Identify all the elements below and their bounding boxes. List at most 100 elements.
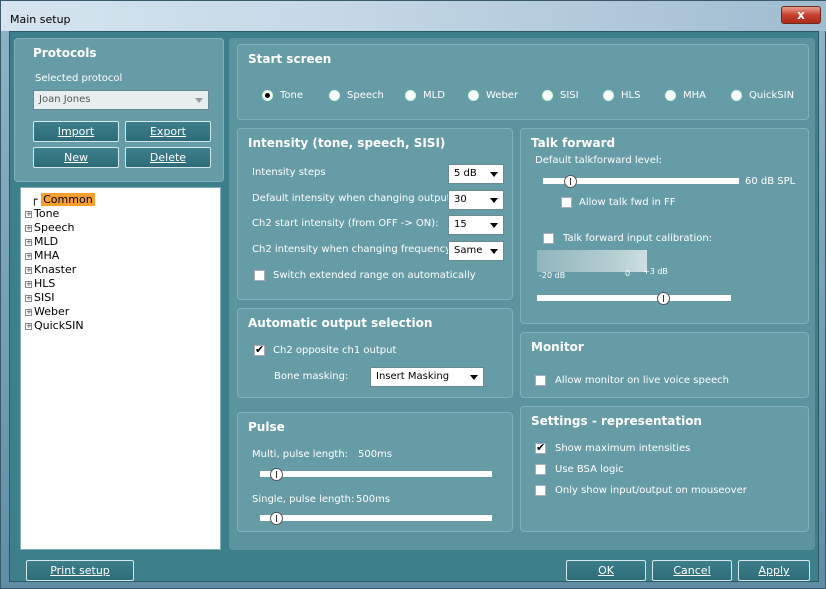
default-intensity-select[interactable]: 30	[448, 190, 504, 210]
max-intensities-label: Show maximum intensities	[555, 443, 691, 454]
tree-item-knaster[interactable]: + Knaster	[25, 263, 76, 276]
print-setup-button[interactable]: Print setup	[26, 560, 134, 581]
radio-icon[interactable]	[262, 90, 273, 101]
expand-icon[interactable]: +	[25, 323, 32, 330]
calibration-scale-max: +3 dB	[643, 267, 668, 276]
delete-button[interactable]: Delete	[125, 147, 211, 168]
bsa-logic-checkbox[interactable]	[535, 464, 546, 475]
radio-icon[interactable]	[603, 90, 614, 101]
expand-icon[interactable]: +	[25, 239, 32, 246]
tree-item-label: QuickSIN	[34, 319, 84, 332]
import-button[interactable]: Import	[33, 121, 119, 142]
radio-icon[interactable]	[329, 90, 340, 101]
tree-item-common[interactable]: ┌ Common	[31, 193, 95, 206]
single-pulse-track	[260, 515, 492, 521]
tree-item-mld[interactable]: + MLD	[25, 235, 58, 248]
live-voice-checkbox[interactable]	[535, 375, 546, 386]
talk-forward-level-slider[interactable]	[564, 175, 578, 188]
expand-icon[interactable]: +	[25, 267, 32, 274]
mouseover-checkbox[interactable]	[535, 485, 546, 496]
radio-label: HLS	[621, 90, 641, 101]
radio-icon[interactable]	[731, 90, 742, 101]
print-setup-label: Print setup	[50, 564, 110, 577]
default-intensity-value: 30	[454, 194, 467, 205]
close-button[interactable]: x	[781, 6, 821, 24]
client-area: Protocols Selected protocol Joan Jones I…	[9, 31, 819, 582]
chevron-down-icon	[195, 98, 203, 103]
expand-icon[interactable]: +	[25, 295, 32, 302]
expand-icon[interactable]: +	[25, 225, 32, 232]
tree-item-label: SISI	[34, 291, 55, 304]
max-intensities-checkbox[interactable]	[535, 441, 546, 454]
radio-label: QuickSIN	[749, 90, 795, 101]
tree-item-label: Knaster	[34, 263, 77, 276]
ch2-opposite-checkbox[interactable]	[254, 343, 265, 356]
talk-forward-level-value: 60 dB SPL	[745, 176, 796, 187]
radio-icon[interactable]	[665, 90, 676, 101]
radio-label: MHA	[683, 90, 706, 101]
mouseover-label: Only show input/output on mouseover	[555, 485, 747, 496]
multi-pulse-slider[interactable]	[270, 468, 284, 481]
single-pulse-slider[interactable]	[270, 512, 284, 525]
bone-masking-select[interactable]: Insert Masking	[370, 367, 484, 387]
cancel-button[interactable]: Cancel	[652, 560, 732, 581]
delete-label: Delete	[149, 151, 187, 164]
start-screen-panel: Start screen Tone Speech MLD Weber SISI …	[237, 44, 809, 120]
tree-item-label: Common	[41, 193, 95, 206]
allow-ff-checkbox[interactable]	[561, 197, 572, 208]
calibration-track	[537, 295, 731, 301]
tree-item-tone[interactable]: + Tone	[25, 207, 59, 220]
expand-icon[interactable]: +	[25, 253, 32, 260]
intensity-steps-value: 5 dB	[454, 168, 477, 179]
tree-item-sisi[interactable]: + SISI	[25, 291, 54, 304]
title-bar: Main setup x	[1, 1, 826, 31]
tree-item-label: MLD	[34, 235, 59, 248]
protocols-heading: Protocols	[33, 46, 97, 60]
intensity-steps-select[interactable]: 5 dB	[448, 164, 504, 184]
radio-icon[interactable]	[542, 90, 553, 101]
ch2-freq-value: Same	[454, 245, 483, 256]
ch2-freq-select[interactable]: Same	[448, 241, 504, 261]
allow-ff-label: Allow talk fwd in FF	[579, 197, 676, 208]
chevron-down-icon	[490, 223, 498, 228]
tree-item-label: Weber	[34, 305, 70, 318]
ch2-start-select[interactable]: 15	[448, 215, 504, 235]
ch2-start-value: 15	[454, 219, 467, 230]
expand-icon[interactable]: +	[25, 309, 32, 316]
radio-label: SISI	[560, 90, 579, 101]
new-label: New	[64, 151, 88, 164]
radio-icon[interactable]	[468, 90, 479, 101]
expand-icon[interactable]: +	[25, 281, 32, 288]
radio-icon[interactable]	[405, 90, 416, 101]
radio-label: Tone	[280, 90, 304, 101]
bone-masking-value: Insert Masking	[376, 371, 450, 382]
tree-item-quicksin[interactable]: + QuickSIN	[25, 319, 84, 332]
ok-label: OK	[598, 564, 614, 577]
export-button[interactable]: Export	[125, 121, 211, 142]
tree-item-label: Speech	[34, 221, 75, 234]
settings-representation-panel: Settings - representation Show maximum i…	[520, 406, 809, 532]
tree-item-speech[interactable]: + Speech	[25, 221, 75, 234]
single-pulse-label: Single, pulse length:	[252, 494, 355, 505]
selected-protocol-select[interactable]: Joan Jones	[33, 90, 209, 110]
ch2-opposite-label: Ch2 opposite ch1 output	[273, 345, 397, 356]
tree-item-hls[interactable]: + HLS	[25, 277, 55, 290]
extended-range-label: Switch extended range on automatically	[273, 270, 476, 281]
multi-pulse-track	[260, 471, 492, 477]
apply-button[interactable]: Apply	[738, 560, 810, 581]
cancel-label: Cancel	[673, 564, 711, 577]
start-screen-heading: Start screen	[248, 52, 332, 66]
expand-icon[interactable]: +	[25, 211, 32, 218]
extended-range-checkbox[interactable]	[254, 270, 265, 281]
settings-area: Start screen Tone Speech MLD Weber SISI …	[229, 38, 815, 550]
protocol-tree[interactable]: ┌ Common + Tone + Speech + MLD + MHA + Knaste…	[20, 187, 221, 550]
tree-item-mha[interactable]: + MHA	[25, 249, 59, 262]
pulse-heading: Pulse	[248, 420, 285, 434]
new-button[interactable]: New	[33, 147, 119, 168]
talk-forward-panel: Talk forward Default talkforward level: …	[520, 128, 809, 324]
ok-button[interactable]: OK	[566, 560, 646, 581]
calibration-slider[interactable]	[657, 292, 671, 305]
talk-forward-level-label: Default talkforward level:	[535, 155, 663, 166]
calibration-checkbox[interactable]	[543, 233, 554, 244]
tree-item-weber[interactable]: + Weber	[25, 305, 69, 318]
